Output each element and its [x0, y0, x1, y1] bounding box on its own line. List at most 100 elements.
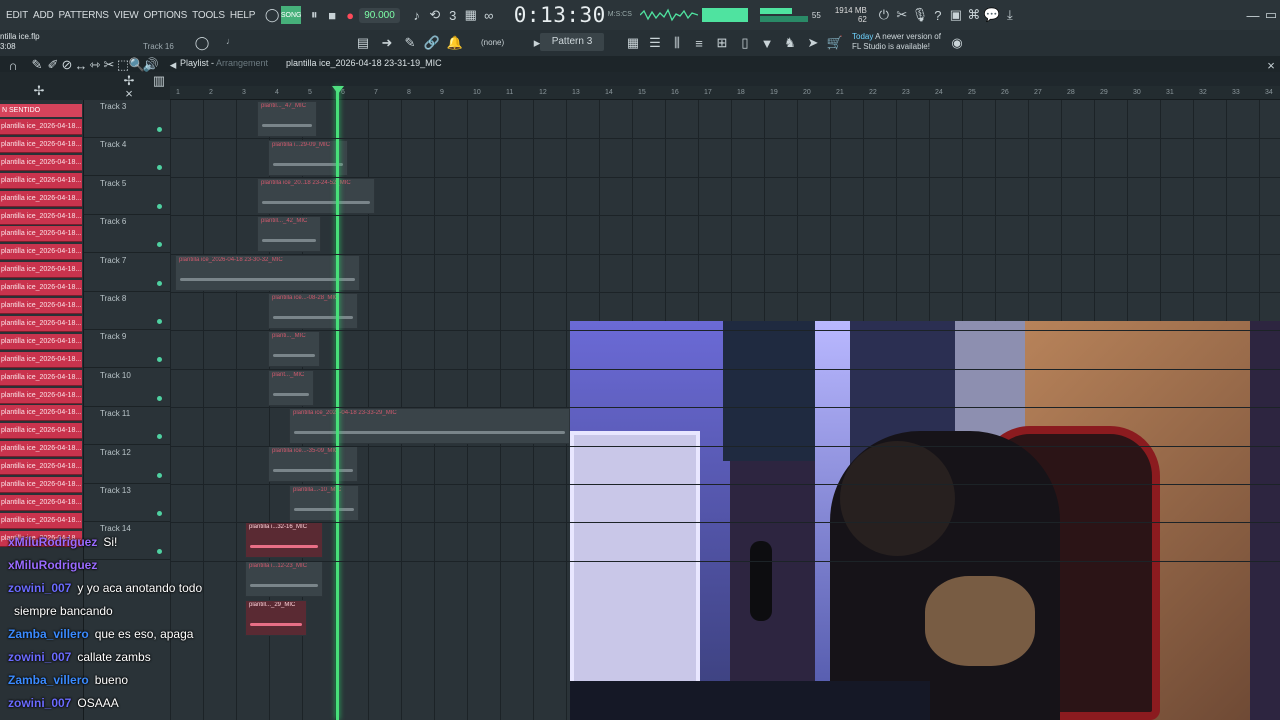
track-status-dot[interactable] — [157, 511, 162, 516]
audio-clip[interactable]: plantilla ice_2026-04-18 23-33-29_MIC — [289, 408, 570, 444]
master-volume-knob-icon[interactable]: ◯ — [263, 6, 281, 24]
audio-clip[interactable]: plantilla ice_2026-04-18 23-30-32_MIC — [175, 255, 360, 291]
eq-icon[interactable]: ≡ — [690, 34, 708, 52]
loop-record-icon[interactable]: ⟲ — [426, 6, 444, 24]
picker-pattern-item[interactable]: plantilla ice_2026-04-18... — [0, 423, 82, 440]
menu-tools[interactable]: TOOLS — [192, 10, 225, 21]
chat-username[interactable]: zowini_007 — [8, 581, 71, 595]
metronome-icon[interactable]: ♪ — [408, 6, 426, 24]
track-status-dot[interactable] — [157, 319, 162, 324]
blend-notes-icon[interactable]: ∞ — [480, 6, 498, 24]
audio-clip[interactable]: plantilla ice...-35-09_MIC — [268, 446, 358, 482]
playhead-marker[interactable] — [332, 86, 344, 94]
menu-options[interactable]: OPTIONS — [144, 10, 188, 21]
picker-pattern-item[interactable]: plantilla ice_2026-04-18... — [0, 154, 82, 171]
hint-knob-icon[interactable]: ◯ — [193, 34, 211, 52]
picker-pattern-item[interactable]: plantilla ice_2026-04-18... — [0, 387, 82, 404]
audio-clip[interactable]: plantilla...-10_MIC — [289, 485, 359, 521]
track-status-dot[interactable] — [157, 395, 162, 401]
browser-icon[interactable]: ⊞ — [713, 34, 731, 52]
track-header[interactable]: Track 13 — [84, 484, 170, 522]
maximize-icon[interactable]: ▭ — [1262, 6, 1280, 24]
marker-icon[interactable]: ➤ — [804, 34, 822, 52]
pattern-selector[interactable]: Pattern 3 — [540, 33, 604, 51]
grid-icon[interactable]: ▥ — [150, 72, 168, 90]
picker-pattern-item[interactable]: plantilla ice_2026-04-18... — [0, 280, 82, 297]
picker-pattern-item[interactable]: plantilla ice_2026-04-18... — [0, 369, 82, 386]
picker-pattern-item[interactable]: plantilla ice_2026-04-18... — [0, 477, 82, 493]
pencil-icon[interactable]: ✎ — [401, 34, 419, 52]
picker-pattern-item[interactable]: plantilla ice_2026-04-18... — [0, 441, 82, 458]
track-header[interactable]: Track 11 — [84, 407, 170, 446]
track-status-dot[interactable] — [157, 203, 162, 209]
cut-icon[interactable]: ✂ — [893, 6, 911, 24]
track-header[interactable]: Track 12 — [84, 446, 170, 484]
arrow-right-icon[interactable]: ➜ — [378, 34, 396, 52]
stop-icon[interactable]: ■ — [323, 6, 341, 24]
chat-username[interactable]: Zamba_villero — [8, 627, 89, 641]
menu-edit[interactable]: EDIT — [6, 10, 28, 21]
picker-pattern-item[interactable]: plantilla ice_2026-04-18... — [0, 494, 82, 511]
snap-icon[interactable]: ♩ — [226, 36, 235, 46]
plugin-picker-icon[interactable]: ▼ — [758, 34, 776, 52]
time-display[interactable]: 0:13:30 — [514, 3, 606, 27]
chat-username[interactable]: xMiluRodriguez — [8, 558, 97, 572]
close-icon[interactable]: × — [1262, 56, 1280, 74]
picker-pattern-item[interactable]: plantilla ice_2026-04-18... — [0, 172, 82, 189]
picker-pattern-item[interactable]: plantilla ice_2026-04-18... — [0, 226, 82, 243]
picker-pattern-item[interactable]: plantilla ice_2026-04-18... — [0, 119, 82, 135]
picker-pattern-item[interactable]: plantilla ice_2026-04-18... — [0, 459, 82, 476]
file-icon[interactable]: ▯ — [736, 34, 754, 52]
step-edit-icon[interactable]: ▦ — [462, 6, 480, 24]
audio-clip[interactable]: plant..._MIC — [268, 370, 314, 406]
channel-rack-icon[interactable]: ☰ — [646, 34, 664, 52]
audio-clip[interactable]: planti..._MIC — [268, 331, 320, 367]
track-status-dot[interactable] — [157, 357, 162, 363]
mixer-icon[interactable]: ⫼ — [668, 34, 686, 52]
menu-patterns[interactable]: PATTERNS — [59, 10, 109, 21]
picker-pattern-item[interactable]: plantilla ice_2026-04-18... — [0, 405, 82, 422]
chat-icon[interactable]: 💬 — [983, 6, 1001, 24]
picker-pattern-item[interactable]: plantilla ice_2026-04-18... — [0, 208, 82, 225]
countdown-icon[interactable]: 3 — [444, 6, 462, 24]
track-header[interactable]: Track 9 — [84, 330, 170, 369]
pause-icon[interactable]: ⏸ — [305, 6, 323, 24]
download-icon[interactable]: ⤓ — [1001, 6, 1019, 24]
track-status-dot[interactable] — [157, 434, 162, 440]
menu-help[interactable]: HELP — [230, 10, 256, 21]
picker-pattern-item[interactable]: plantilla ice_2026-04-18... — [0, 136, 82, 153]
record-icon[interactable]: ● — [341, 6, 359, 24]
chat-username[interactable]: xMiluRodriguez — [8, 535, 97, 549]
track-header[interactable]: Track 6 — [84, 215, 170, 254]
cart-icon[interactable]: 🛒 — [826, 34, 844, 52]
song-mode-icon[interactable]: SONG — [281, 6, 302, 24]
link-icon[interactable]: 🔗 — [423, 34, 441, 52]
menu-add[interactable]: ADD — [33, 10, 54, 21]
track-header[interactable]: Track 8 — [84, 292, 170, 330]
account-icon[interactable]: ◉ — [948, 34, 966, 52]
audio-clip[interactable]: plantilla ice_20..18 23-24-52_MIC — [257, 178, 375, 214]
channel-selector[interactable]: (none) — [481, 38, 504, 47]
panic-icon[interactable]: ⏻ — [875, 6, 893, 24]
picker-pattern-item[interactable]: plantilla ice_2026-04-18... — [0, 244, 82, 261]
help-icon[interactable]: ? — [929, 6, 947, 24]
menu-view[interactable]: VIEW — [114, 10, 139, 21]
picker-pattern-item[interactable]: plantilla ice_2026-04-18... — [0, 298, 82, 314]
track-header[interactable]: Track 3 — [84, 100, 170, 138]
track-status-dot[interactable] — [157, 280, 162, 286]
track-header[interactable]: Track 4 — [84, 138, 170, 177]
picker-pattern-item[interactable]: plantilla ice_2026-04-18... — [0, 512, 82, 529]
picker-header[interactable]: N SENTIDO — [0, 104, 82, 117]
track-status-dot[interactable] — [157, 127, 162, 132]
crosshair-icon[interactable]: ✢ — [30, 82, 48, 100]
playhead[interactable] — [336, 86, 339, 720]
chat-username[interactable]: Zamba_villero — [8, 673, 89, 687]
picker-pattern-item[interactable]: plantilla ice_2026-04-18... — [0, 262, 82, 279]
playlist-icon[interactable]: ▦ — [624, 34, 642, 52]
picker-pattern-item[interactable]: plantilla ice_2026-04-18... — [0, 351, 82, 368]
save-icon[interactable]: ▣ — [947, 6, 965, 24]
picker-pattern-item[interactable]: plantilla ice_2026-04-18... — [0, 333, 82, 350]
bell-icon[interactable]: 🔔 — [446, 34, 464, 52]
chat-username[interactable]: zowini_007 — [8, 696, 71, 710]
picker-pattern-item[interactable]: plantilla ice_2026-04-18... — [0, 315, 82, 332]
